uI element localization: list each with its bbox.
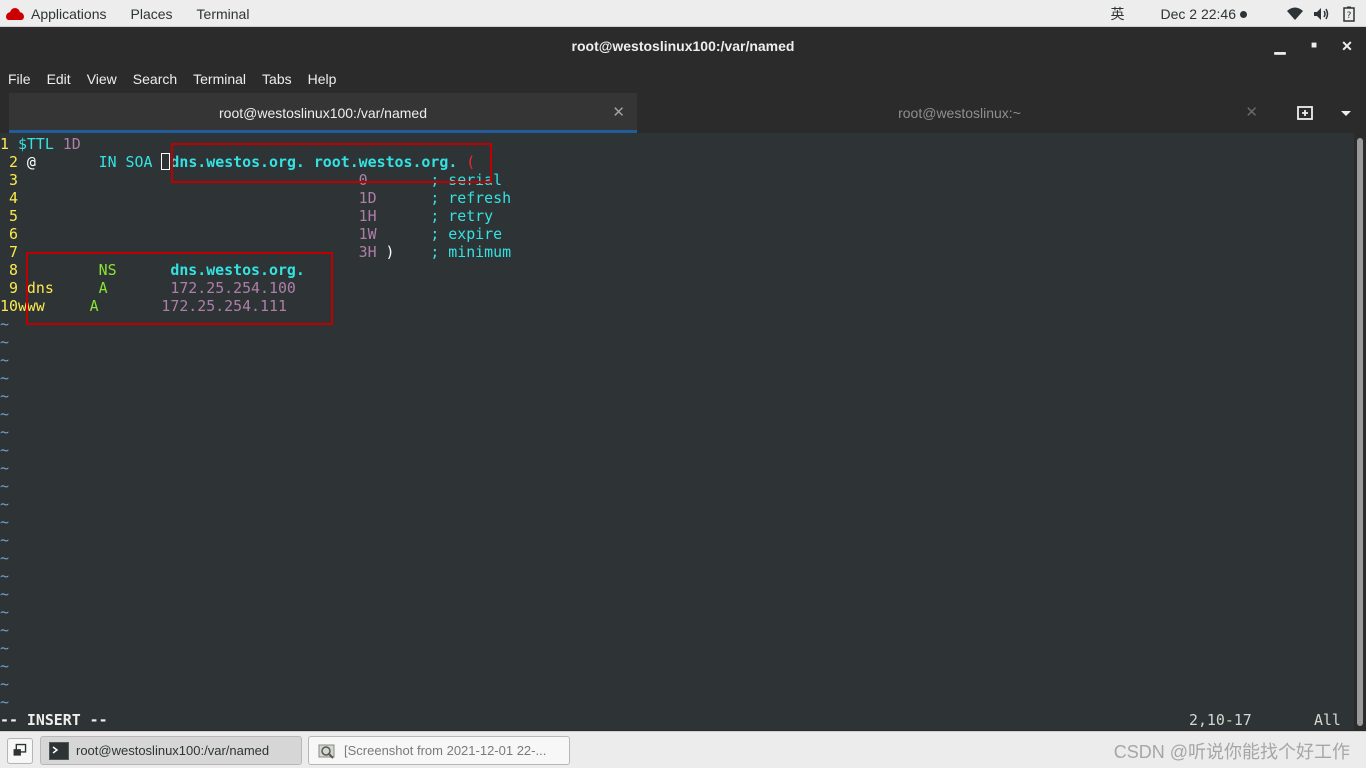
vim-tilde-line: ~: [0, 495, 9, 513]
tab-named[interactable]: root@westoslinux100:/var/named ✕: [9, 93, 637, 133]
input-method-indicator[interactable]: 英: [1111, 4, 1125, 24]
places-menu[interactable]: Places: [131, 6, 173, 22]
vim-line: 1 $TTL 1D: [0, 135, 81, 153]
csdn-watermark: CSDN @听说你能找个好工作: [1113, 742, 1350, 762]
clock-text: Dec 2 22:46: [1160, 5, 1237, 22]
top-panel: Applications Places Terminal 英 Dec 2 22:…: [0, 0, 1366, 27]
vim-cursor-position: 2,10-17: [1189, 711, 1252, 729]
chevron-down-icon[interactable]: [1338, 105, 1354, 121]
redhat-icon: [6, 7, 24, 21]
places-label: Places: [130, 5, 173, 22]
vim-tilde-line: ~: [0, 657, 9, 675]
menu-edit[interactable]: Edit: [47, 71, 71, 87]
vim-tilde-line: ~: [0, 513, 9, 531]
vim-tilde-line: ~: [0, 387, 9, 405]
menu-bar: File Edit View Search Terminal Tabs Help: [0, 64, 1366, 93]
vim-tilde-line: ~: [0, 333, 9, 351]
vim-tilde-line: ~: [0, 693, 9, 711]
vim-tilde-line: ~: [0, 639, 9, 657]
bottom-taskbar: root@westoslinux100:/var/named [Screensh…: [0, 731, 1366, 768]
notification-dot-icon: [1240, 11, 1247, 19]
svg-text:?: ?: [1347, 11, 1352, 21]
clock[interactable]: Dec 2 22:46: [1160, 5, 1247, 22]
menu-tabs[interactable]: Tabs: [262, 71, 292, 87]
vim-tilde-line: ~: [0, 459, 9, 477]
vim-line: 6 1W ; expire: [8, 225, 503, 243]
vim-tilde-line: ~: [0, 351, 9, 369]
maximize-button[interactable]: ■: [1305, 37, 1323, 55]
vim-line: 5 1H ; retry: [8, 207, 494, 225]
vim-tilde-line: ~: [0, 423, 9, 441]
window-titlebar[interactable]: root@westoslinux100:/var/named ▁ ■ ✕: [0, 28, 1366, 64]
terminal-scrollbar[interactable]: [1354, 133, 1366, 730]
new-tab-icon[interactable]: [1296, 104, 1316, 122]
battery-icon[interactable]: ?: [1340, 6, 1358, 22]
vim-tilde-line: ~: [0, 675, 9, 693]
task-screenshot-label: [Screenshot from 2021-12-01 22-...: [344, 743, 547, 758]
annotation-box-records: [26, 252, 333, 325]
vim-tilde-line: ~: [0, 621, 9, 639]
annotation-box-soa: [171, 143, 492, 183]
terminal-view[interactable]: 1 $TTL 1D 2 @ IN SOA dns.westos.org. roo…: [0, 133, 1354, 730]
vim-line: 4 1D ; refresh: [8, 189, 512, 207]
vim-tilde-line: ~: [0, 369, 9, 387]
window-title: root@westoslinux100:/var/named: [571, 38, 795, 54]
terminal-app-label: Terminal: [196, 5, 250, 22]
menu-view[interactable]: View: [87, 71, 117, 87]
vim-tilde-line: ~: [0, 549, 9, 567]
vim-tilde-line: ~: [0, 441, 9, 459]
terminal-icon: [49, 741, 69, 760]
tab-home[interactable]: root@westoslinux:~ ✕: [637, 93, 1282, 133]
volume-icon[interactable]: [1313, 6, 1331, 22]
terminal-app-menu[interactable]: Terminal: [197, 6, 250, 22]
applications-label: Applications: [31, 5, 107, 22]
scrollbar-thumb[interactable]: [1357, 138, 1363, 726]
vim-tilde-line: ~: [0, 567, 9, 585]
menu-search[interactable]: Search: [133, 71, 177, 87]
wifi-icon[interactable]: [1286, 6, 1304, 22]
tab-close-icon[interactable]: ✕: [1245, 93, 1258, 133]
menu-file[interactable]: File: [8, 71, 31, 87]
vim-mode-indicator: -- INSERT --: [0, 711, 108, 729]
task-screenshot-viewer[interactable]: [Screenshot from 2021-12-01 22-...: [308, 736, 570, 765]
tab-close-icon[interactable]: ✕: [612, 93, 625, 133]
show-desktop-icon[interactable]: [7, 738, 33, 764]
vim-tilde-line: ~: [0, 531, 9, 549]
vim-tilde-line: ~: [0, 405, 9, 423]
minimize-button[interactable]: ▁: [1271, 37, 1289, 55]
applications-menu[interactable]: Applications: [6, 6, 107, 22]
task-terminal[interactable]: root@westoslinux100:/var/named: [40, 736, 302, 765]
vim-tilde-line: ~: [0, 585, 9, 603]
task-terminal-label: root@westoslinux100:/var/named: [76, 743, 270, 758]
tab-home-label: root@westoslinux:~: [898, 105, 1021, 121]
menu-help[interactable]: Help: [308, 71, 337, 87]
tab-bar: root@westoslinux100:/var/named ✕ root@we…: [0, 93, 1366, 133]
close-window-button[interactable]: ✕: [1338, 37, 1356, 55]
tab-named-label: root@westoslinux100:/var/named: [219, 105, 427, 121]
menu-terminal[interactable]: Terminal: [193, 71, 246, 87]
image-viewer-icon: [318, 744, 335, 759]
vim-tilde-line: ~: [0, 315, 9, 333]
vim-scroll-indicator: All: [1314, 711, 1341, 729]
vim-tilde-line: ~: [0, 477, 9, 495]
vim-tilde-line: ~: [0, 603, 9, 621]
